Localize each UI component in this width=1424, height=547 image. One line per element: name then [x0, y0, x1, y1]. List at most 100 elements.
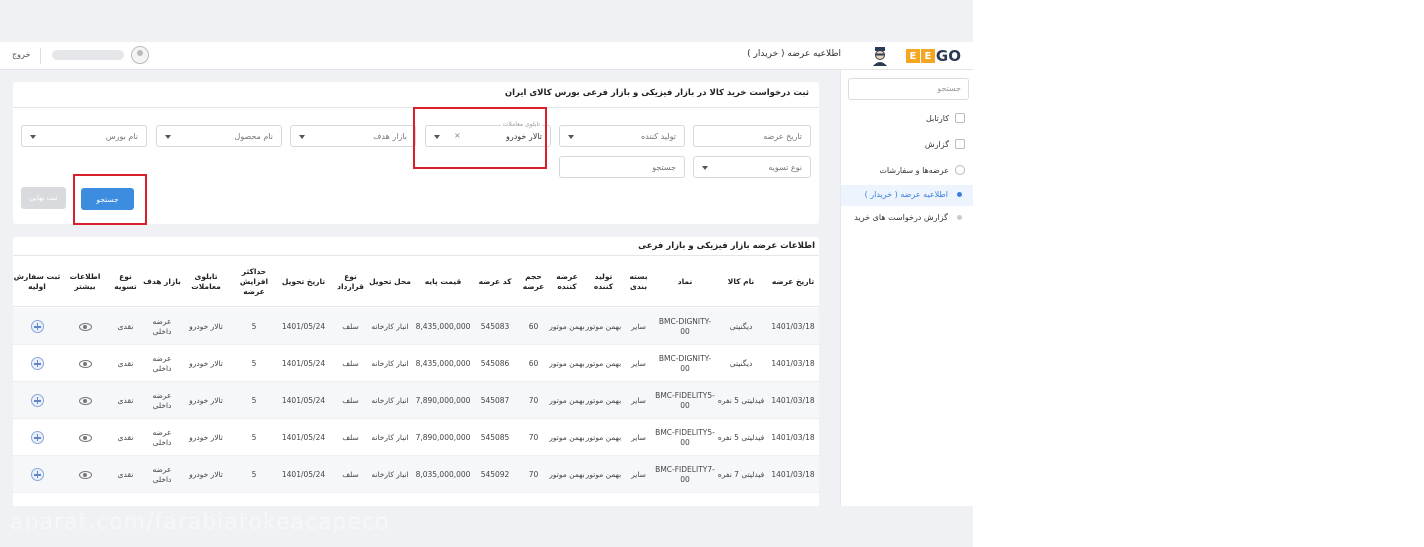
cell-producer: بهمن موتور	[585, 432, 622, 442]
logo-mark-2: E	[920, 49, 935, 63]
cell-max-increase: 5	[251, 395, 257, 405]
more-info-cell	[63, 456, 107, 493]
cell-date: 1401/03/18	[771, 358, 815, 368]
final-submit-button[interactable]: ثبت نهایی	[21, 187, 66, 209]
column-header: نوع تسویه	[114, 272, 137, 291]
settlement-type-select[interactable]: نوع تسویه	[693, 156, 811, 178]
column-header: قیمت پایه	[424, 277, 462, 287]
cell-name: دیگنیتی	[729, 358, 753, 368]
brand-logo[interactable]: E E GO	[905, 47, 961, 65]
column-header: ثبت سفارش اولیه	[13, 272, 61, 291]
cell-packing: سایر	[631, 358, 646, 368]
column-header: تولید کننده	[593, 272, 614, 291]
cell-producer: بهمن موتور	[585, 469, 622, 479]
table-row[interactable]: 1401/03/18 فیدلیتی 5 نفره BMC-FIDELITY5-00…	[13, 382, 819, 419]
offer-date-field[interactable]: تاریخ عرضه	[693, 125, 811, 147]
cell-code: 545087	[480, 395, 510, 405]
more-info-cell	[63, 308, 107, 345]
order-cell	[13, 345, 61, 382]
chart-icon	[955, 139, 965, 149]
cell-packing: سایر	[631, 469, 646, 479]
cell-price: 7,890,000,000	[415, 395, 471, 405]
cell-board: تالار خودرو	[189, 432, 223, 442]
table-row[interactable]: 1401/03/18 فیدلیتی 7 نفره BMC-FIDELITY7-00…	[13, 456, 819, 493]
user-icon[interactable]	[131, 46, 149, 64]
column-header: عرضه کننده	[556, 272, 578, 291]
target-market-select[interactable]: بازار هدف	[290, 125, 416, 147]
cell-volume: 70	[528, 395, 539, 405]
app-canvas: E E GO اطلاعیه عرضه ( خریدار ) خروج جستجو …	[0, 0, 973, 547]
sidebar: جستجو کارتابل گزارش عرضه‌ها و سفارشات اط…	[840, 70, 973, 547]
cell-date: 1401/03/18	[771, 395, 815, 405]
plus-circle-icon[interactable]	[30, 468, 44, 481]
cell-producer: بهمن موتور	[585, 358, 622, 368]
eye-icon[interactable]	[78, 322, 92, 331]
panel-title: ثبت درخواست خرید کالا در بازار فیزیکی و …	[504, 88, 809, 98]
eye-icon[interactable]	[78, 359, 92, 368]
cell-max-increase: 5	[251, 432, 257, 442]
table-row[interactable]: 1401/03/18 دیگنیتی BMC-DIGNITY-00 سایر بهمن …	[13, 345, 819, 382]
cell-board: تالار خودرو	[189, 469, 223, 479]
sidebar-item-dashboard[interactable]: کارتابل	[926, 113, 965, 123]
sidebar-item-purchase-report[interactable]: گزارش درخواست های خرید	[854, 213, 965, 222]
column-header: حجم عرضه	[522, 272, 545, 291]
producer-select[interactable]: تولید کننده	[559, 125, 685, 147]
column-header: بازار هدف	[143, 277, 181, 287]
cell-delivery-date: 1401/05/24	[281, 358, 326, 368]
sidebar-item-offer-notice[interactable]: اطلاعیه عرضه ( خریدار )	[865, 190, 965, 199]
cell-delivery-place: انبار کارخانه	[371, 321, 409, 331]
cell-symbol: BMC-FIDELITY5-00	[655, 427, 715, 447]
cell-code: 545092	[480, 469, 510, 479]
sidebar-item-offers-orders[interactable]: عرضه‌ها و سفارشات	[879, 165, 965, 175]
cell-delivery-date: 1401/05/24	[281, 469, 326, 479]
cell-settlement: نقدی	[117, 358, 134, 368]
cell-delivery-place: انبار کارخانه	[371, 395, 409, 405]
cell-market: عرضه داخلی	[152, 316, 172, 336]
column-header: محل تحویل	[369, 277, 411, 287]
table-row[interactable]: 1401/03/18 فیدلیتی 5 نفره BMC-FIDELITY5-00…	[13, 419, 819, 456]
cell-max-increase: 5	[251, 358, 257, 368]
order-cell	[13, 382, 61, 419]
bullet-icon	[957, 192, 962, 197]
cell-packing: سایر	[631, 395, 646, 405]
highlight-box-trading-floor	[413, 107, 547, 169]
order-cell	[13, 419, 61, 456]
chevron-down-icon	[702, 166, 708, 170]
cell-contract: سلف	[342, 395, 359, 405]
logo-mark: E	[905, 49, 920, 63]
logo-text: GO	[935, 47, 961, 65]
sidebar-search-input[interactable]: جستجو	[848, 78, 969, 100]
more-info-cell	[63, 419, 107, 456]
plus-circle-icon[interactable]	[30, 394, 44, 407]
cell-settlement: نقدی	[117, 432, 134, 442]
plus-circle-icon[interactable]	[30, 431, 44, 444]
cell-contract: سلف	[342, 358, 359, 368]
plus-circle-icon[interactable]	[30, 357, 44, 370]
user-name-blurred	[52, 50, 124, 60]
field-placeholder: بازار هدف	[373, 132, 407, 141]
eye-icon[interactable]	[78, 396, 92, 405]
mascot-avatar-icon	[873, 47, 887, 66]
search-input[interactable]: جستجو	[559, 156, 685, 178]
column-header: تابلوی معاملات	[191, 272, 221, 291]
cell-producer: بهمن موتور	[585, 395, 622, 405]
eye-icon[interactable]	[78, 470, 92, 479]
field-placeholder: نام محصول	[234, 132, 274, 141]
table-row[interactable]: 1401/03/18 دیگنیتی BMC-DIGNITY-00 سایر بهمن …	[13, 308, 819, 345]
logout-link[interactable]: خروج	[12, 50, 30, 59]
cell-settlement: نقدی	[117, 469, 134, 479]
eye-icon[interactable]	[78, 433, 92, 442]
plus-circle-icon[interactable]	[30, 320, 44, 333]
column-header: بسته بندی	[629, 272, 648, 291]
product-name-select[interactable]: نام محصول	[156, 125, 282, 147]
column-header: کد عرضه	[478, 277, 512, 287]
top-band	[0, 0, 973, 42]
more-info-cell	[63, 345, 107, 382]
cell-code: 545086	[480, 358, 510, 368]
sidebar-item-report[interactable]: گزارش	[925, 139, 965, 149]
cell-board: تالار خودرو	[189, 358, 223, 368]
cell-name: دیگنیتی	[729, 321, 753, 331]
field-placeholder: نوع تسویه	[768, 163, 802, 172]
cell-market: عرضه داخلی	[152, 390, 172, 410]
exchange-name-select[interactable]: نام بورس	[21, 125, 147, 147]
